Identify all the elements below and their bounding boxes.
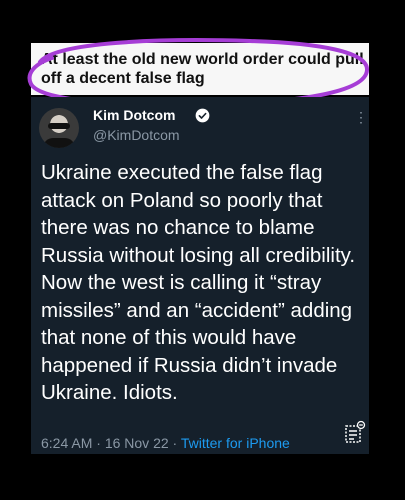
user-handle[interactable]: @KimDotcom [93,127,180,143]
meta-separator: · [92,435,105,451]
display-name[interactable]: Kim Dotcom [93,107,175,123]
more-options-icon[interactable]: ⋮ [354,110,368,124]
avatar[interactable] [39,108,79,148]
tweet-meta: 6:24 AM · 16 Nov 22 · Twitter for iPhone [41,435,290,451]
analytics-icon[interactable] [344,420,366,444]
tweet-source-link[interactable]: Twitter for iPhone [181,435,290,451]
meta-separator: · [168,435,181,451]
tweet-body: Ukraine executed the false flag attack o… [41,161,356,404]
avatar-shirt [43,138,75,148]
tweet-time: 6:24 AM [41,435,93,451]
tweet-date: 16 Nov 22 [104,435,169,451]
verified-badge-icon [195,108,210,123]
avatar-sunglasses [48,123,70,129]
tweet-card[interactable]: Kim Dotcom @KimDotcom ⋮ Ukraine executed… [31,97,369,454]
